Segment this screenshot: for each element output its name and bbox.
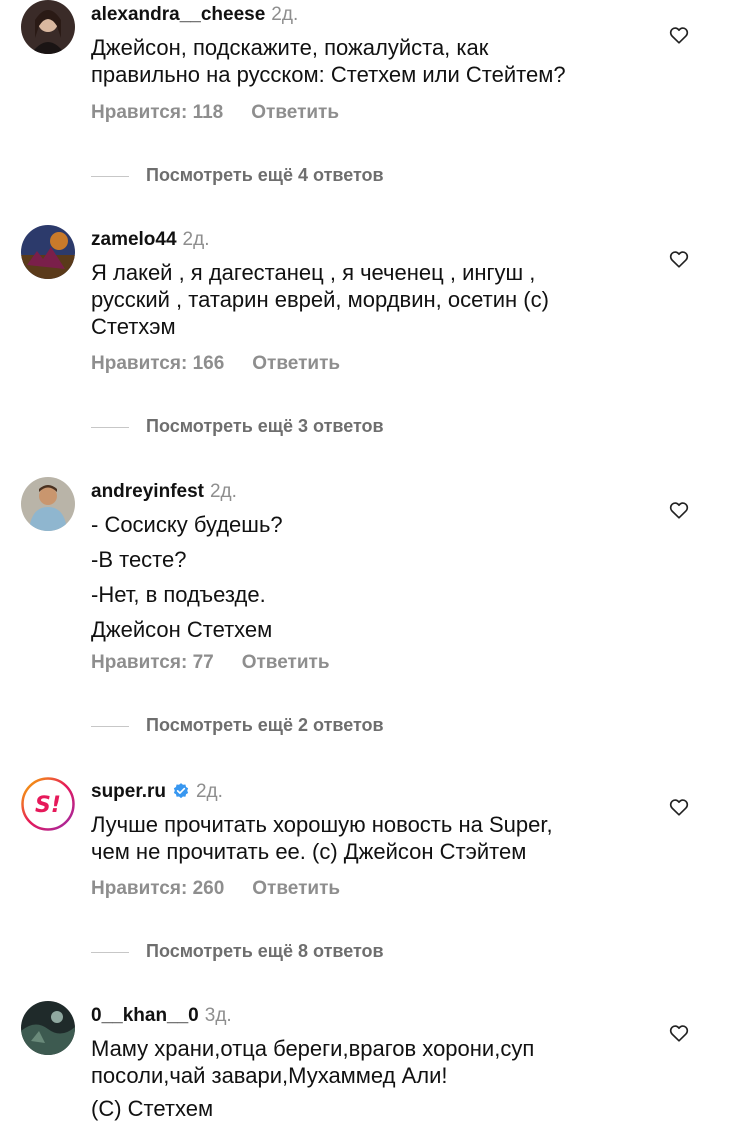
comment-header: andreyinfest 2д.	[91, 481, 237, 503]
timestamp: 2д.	[271, 4, 299, 25]
username[interactable]: andreyinfest	[91, 481, 204, 502]
comment-line: Джейсон Стетхем	[91, 617, 273, 642]
heart-icon[interactable]	[668, 796, 690, 818]
heart-icon[interactable]	[668, 24, 690, 46]
view-replies-label: Посмотреть ещё 4 ответов	[146, 165, 384, 185]
comment-line: Лучше прочитать хорошую новость на Super…	[91, 812, 553, 837]
divider	[91, 725, 129, 727]
view-replies-button[interactable]: Посмотреть ещё 8 ответов	[91, 940, 384, 962]
view-replies-button[interactable]: Посмотреть ещё 4 ответов	[91, 164, 384, 186]
likes-count[interactable]: Нравится: 77	[91, 652, 214, 673]
username[interactable]: super.ru	[91, 781, 166, 802]
view-replies-button[interactable]: Посмотреть ещё 2 ответов	[91, 714, 384, 736]
divider	[91, 175, 129, 177]
comment-line: русский , татарин еврей, мордвин, осетин…	[91, 287, 549, 312]
comment-header: zamelo44 2д.	[91, 229, 209, 251]
comment-meta: Нравится: 260 Ответить	[91, 878, 340, 900]
timestamp: 2д.	[195, 781, 223, 802]
comment-text: Маму храни,отца береги,врагов хорони,суп…	[91, 1035, 651, 1122]
comment-line: чем не прочитать ее. (с) Джейсон Стэйтем	[91, 839, 527, 864]
comment-meta: Нравится: 77 Ответить	[91, 652, 330, 674]
avatar[interactable]	[21, 0, 75, 54]
likes-count[interactable]: Нравится: 260	[91, 878, 224, 899]
username[interactable]: alexandra__cheese	[91, 4, 265, 25]
heart-icon[interactable]	[668, 248, 690, 270]
comment-text: Я лакей , я дагестанец , я чеченец , инг…	[91, 259, 651, 340]
reply-button[interactable]: Ответить	[252, 878, 340, 899]
comments-feed: alexandra__cheese 2д. Джейсон, подскажите…	[0, 0, 730, 1126]
comment-line: Стетхэм	[91, 314, 176, 339]
likes-count[interactable]: Нравится: 166	[91, 353, 224, 374]
comment-text: - Сосиску будешь? -В тесте? -Нет, в подъ…	[91, 511, 651, 651]
divider	[91, 426, 129, 428]
view-replies-label: Посмотреть ещё 8 ответов	[146, 941, 384, 961]
comment-text: Джейсон, подскажите, пожалуйста, как пра…	[91, 34, 651, 88]
comment-line: -В тесте?	[91, 547, 187, 572]
likes-count[interactable]: Нравится: 118	[91, 102, 223, 123]
view-replies-label: Посмотреть ещё 2 ответов	[146, 715, 384, 735]
comment-line: (С) Стетхем	[91, 1096, 214, 1121]
heart-icon[interactable]	[668, 499, 690, 521]
verified-badge-icon	[173, 783, 189, 799]
avatar[interactable]	[21, 1001, 75, 1055]
reply-button[interactable]: Ответить	[242, 652, 330, 673]
comment-meta: Нравится: 166 Ответить	[91, 353, 340, 375]
comment-line: Маму храни,отца береги,врагов хорони,суп	[91, 1036, 535, 1061]
comment-line: -Нет, в подъезде.	[91, 582, 266, 607]
reply-button[interactable]: Ответить	[252, 353, 340, 374]
heart-icon[interactable]	[668, 1022, 690, 1044]
comment-header: alexandra__cheese 2д.	[91, 4, 298, 26]
comment-header: 0__khan__0 3д.	[91, 1005, 232, 1027]
comment-line: посоли,чай завари,Мухаммед Али!	[91, 1063, 448, 1088]
comment-header: super.ru 2д.	[91, 781, 223, 803]
avatar[interactable]: S!	[21, 777, 75, 831]
comment-line: правильно на русском: Стетхем или Стейте…	[91, 62, 566, 87]
avatar[interactable]	[21, 477, 75, 531]
view-replies-button[interactable]: Посмотреть ещё 3 ответов	[91, 415, 384, 437]
timestamp: 2д.	[182, 229, 210, 250]
username[interactable]: zamelo44	[91, 229, 177, 250]
comment-text: Лучше прочитать хорошую новость на Super…	[91, 811, 651, 865]
comment-line: Джейсон, подскажите, пожалуйста, как	[91, 35, 489, 60]
username[interactable]: 0__khan__0	[91, 1005, 199, 1026]
comment-meta: Нравится: 118 Ответить	[91, 102, 339, 124]
divider	[91, 951, 129, 953]
comment-line: Я лакей , я дагестанец , я чеченец , инг…	[91, 260, 536, 285]
reply-button[interactable]: Ответить	[251, 102, 339, 123]
timestamp: 2д.	[209, 481, 237, 502]
avatar[interactable]	[21, 225, 75, 279]
super-logo-text: S!	[35, 793, 61, 818]
view-replies-label: Посмотреть ещё 3 ответов	[146, 416, 384, 436]
timestamp: 3д.	[204, 1005, 232, 1026]
comment-line: - Сосиску будешь?	[91, 512, 283, 537]
